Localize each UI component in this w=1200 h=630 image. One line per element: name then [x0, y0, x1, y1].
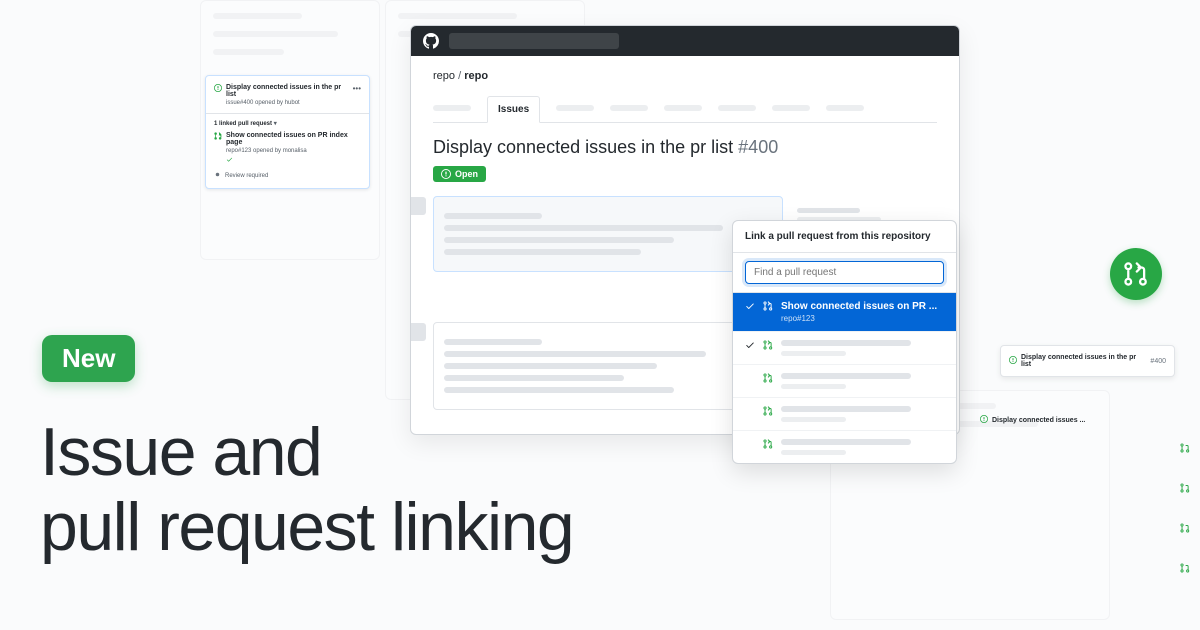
linked-pr-meta: repo#123 opened by monalisa [226, 148, 361, 154]
check-icon [226, 156, 233, 165]
issue-comment [433, 196, 783, 272]
issue-open-icon [980, 415, 988, 425]
pull-request-icon [1180, 560, 1190, 578]
tab-prs[interactable] [556, 105, 594, 111]
card-issue-meta: issue#400 opened by hubot [226, 100, 361, 106]
pull-request-icon [763, 406, 773, 419]
issue-title: Display connected issues in the pr list … [433, 137, 937, 158]
linked-pr-title[interactable]: Show connected issues on PR index page [226, 132, 361, 146]
pull-request-badge-icon [1110, 248, 1162, 300]
link-pr-dropdown: Link a pull request from this repository… [732, 220, 957, 464]
kebab-icon[interactable]: ••• [353, 84, 361, 93]
dot-fill-icon [214, 171, 221, 180]
pr-option[interactable] [733, 431, 956, 463]
issue-open-icon [214, 84, 222, 94]
pr-option[interactable] [733, 398, 956, 431]
tab-issues[interactable]: Issues [487, 96, 540, 123]
github-search-bar[interactable] [449, 33, 619, 49]
issue-open-icon [1009, 356, 1017, 366]
linked-pr-count: 1 linked pull request [214, 121, 272, 127]
issue-comment [433, 322, 783, 410]
tab-wiki[interactable] [718, 105, 756, 111]
avatar[interactable] [410, 323, 426, 341]
repo-tabs: Issues [433, 96, 937, 123]
tab-code[interactable] [433, 105, 471, 111]
pull-request-icon [1180, 440, 1190, 458]
pr-option[interactable] [733, 332, 956, 365]
pr-search-input[interactable] [745, 261, 944, 284]
tab-security[interactable] [772, 105, 810, 111]
pr-option-ref: repo#123 [781, 314, 944, 323]
pull-request-icon [763, 301, 773, 314]
breadcrumb[interactable]: repo / repo [433, 70, 937, 82]
tab-projects[interactable] [664, 105, 702, 111]
new-badge: New [42, 335, 135, 382]
pull-request-icon [763, 373, 773, 386]
issue-hover-card: Display connected issues in the pr list … [205, 75, 370, 189]
github-logo-icon[interactable] [423, 33, 439, 49]
tab-actions[interactable] [610, 105, 648, 111]
pr-option-selected[interactable]: Show connected issues on PR ... repo#123 [733, 293, 956, 332]
pull-request-icon [763, 439, 773, 452]
dropdown-title: Link a pull request from this repository [733, 221, 956, 253]
tab-insights[interactable] [826, 105, 864, 111]
tooltip-title: Display connected issues in the pr list [1021, 354, 1146, 368]
issue-mini-row[interactable]: Display connected issues ... [980, 415, 1085, 425]
card-issue-title: Display connected issues in the pr list [226, 84, 349, 98]
pull-request-icon [763, 340, 773, 353]
pull-request-icon [1180, 480, 1190, 498]
issue-tooltip-card: Display connected issues in the pr list … [1000, 345, 1175, 377]
hero-title: Issue and pull request linking [40, 415, 573, 565]
pr-option-title: Show connected issues on PR ... [781, 301, 944, 312]
pull-request-icon [1180, 520, 1190, 538]
review-status: Review required [225, 173, 268, 179]
check-icon [745, 301, 755, 314]
check-icon [745, 340, 755, 353]
avatar[interactable] [410, 197, 426, 215]
pull-request-icon [214, 132, 222, 142]
pr-option[interactable] [733, 365, 956, 398]
issue-status-badge: Open [433, 166, 486, 182]
github-topbar [411, 26, 959, 56]
